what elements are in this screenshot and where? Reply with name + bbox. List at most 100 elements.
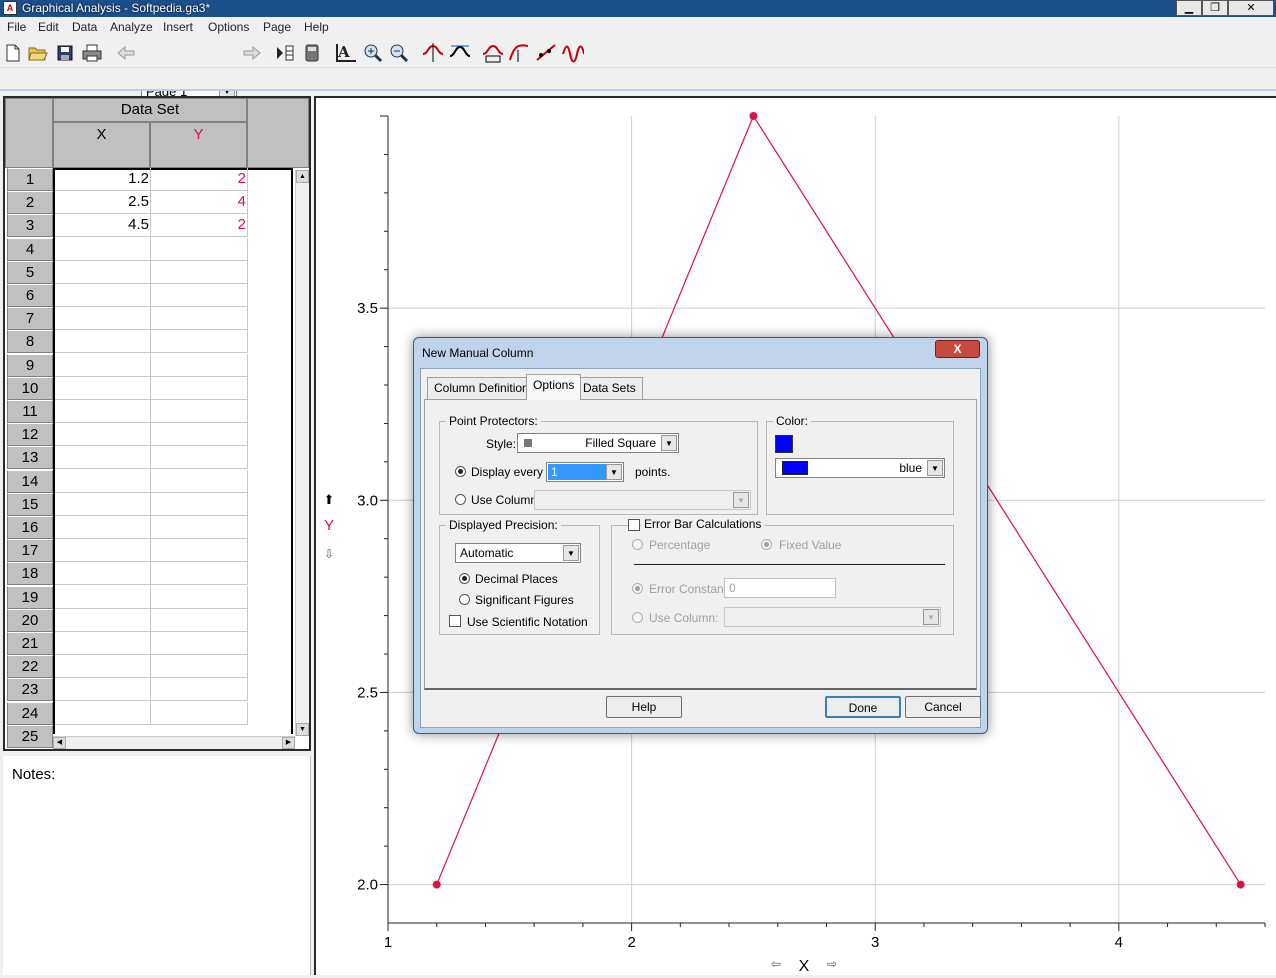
table-cell-x[interactable]: 4.5	[55, 214, 151, 237]
data-point[interactable]	[1237, 881, 1245, 889]
open-folder-icon[interactable]	[27, 42, 49, 64]
data-point[interactable]	[749, 112, 757, 120]
table-cell-y[interactable]	[151, 493, 248, 516]
zoom-out-icon[interactable]	[388, 42, 410, 64]
table-cell-x[interactable]	[55, 400, 151, 423]
linear-fit-icon[interactable]	[535, 42, 557, 64]
chevron-down-icon[interactable]: ▼	[923, 609, 939, 625]
new-file-icon[interactable]	[2, 42, 24, 64]
row-number[interactable]: 25	[7, 725, 53, 748]
row-number[interactable]: 9	[7, 354, 53, 377]
integral-icon[interactable]	[508, 42, 530, 64]
table-cell-x[interactable]	[55, 539, 151, 562]
table-cell-x[interactable]	[55, 493, 151, 516]
table-cell-x[interactable]	[55, 261, 151, 284]
table-cell-y[interactable]	[151, 470, 248, 493]
row-number[interactable]: 13	[7, 446, 53, 469]
table-cell-x[interactable]	[55, 307, 151, 330]
zoom-in-icon[interactable]	[362, 42, 384, 64]
table-cell-y[interactable]	[151, 609, 248, 632]
table-cell-x[interactable]	[55, 655, 151, 678]
table-cell-x[interactable]	[55, 609, 151, 632]
table-cell-x[interactable]	[55, 516, 151, 539]
row-number[interactable]: 12	[7, 423, 53, 446]
display-every-select[interactable]: 1 ▼	[546, 462, 624, 482]
table-cell-x[interactable]	[55, 470, 151, 493]
x-axis-label[interactable]: X	[799, 958, 810, 975]
tab-options[interactable]: Options	[526, 374, 581, 400]
insert-column-icon[interactable]	[274, 42, 296, 64]
table-cell-y[interactable]	[151, 354, 248, 377]
chevron-down-icon[interactable]: ▼	[927, 460, 943, 476]
tangent-icon[interactable]	[449, 42, 471, 64]
table-cell-x[interactable]	[55, 238, 151, 261]
table-cell-x[interactable]	[55, 354, 151, 377]
row-number[interactable]: 5	[7, 261, 53, 284]
table-cell-y[interactable]	[151, 655, 248, 678]
table-cell-y[interactable]	[151, 539, 248, 562]
cancel-button[interactable]: Cancel	[905, 696, 981, 718]
arrow-left-icon[interactable]: ⇦	[771, 957, 781, 971]
horizontal-scrollbar[interactable]: ◀ ▶	[53, 736, 295, 749]
arrow-right-icon[interactable]: ⇨	[827, 957, 837, 971]
table-cell-x[interactable]	[55, 562, 151, 585]
arrow-down-icon[interactable]: ⇩	[324, 547, 334, 561]
row-number[interactable]: 16	[7, 516, 53, 539]
tab-column-definition[interactable]: Column Definition	[427, 377, 536, 399]
vertical-scrollbar[interactable]: ▲ ▼	[295, 170, 309, 736]
use-column-select[interactable]: ▼	[534, 490, 751, 510]
table-cell-y[interactable]	[151, 423, 248, 446]
examine-icon[interactable]	[422, 42, 444, 64]
row-number[interactable]: 19	[7, 586, 53, 609]
table-cell-y[interactable]	[151, 702, 248, 725]
table-cell-x[interactable]: 2.5	[55, 191, 151, 214]
table-cell-y[interactable]: 2	[151, 214, 248, 237]
data-point[interactable]	[433, 881, 441, 889]
table-cell-x[interactable]	[55, 702, 151, 725]
chevron-down-icon[interactable]: ▼	[563, 545, 579, 561]
error-constant-input[interactable]: 0	[724, 578, 836, 598]
table-cell-x[interactable]	[55, 586, 151, 609]
table-cell-x[interactable]	[55, 330, 151, 353]
table-cell-y[interactable]	[151, 238, 248, 261]
significant-figures-radio[interactable]	[459, 594, 470, 605]
table-cell-x[interactable]	[55, 423, 151, 446]
color-swatch[interactable]	[775, 435, 793, 453]
table-cell-x[interactable]: 1.2	[55, 168, 151, 191]
row-number[interactable]: 15	[7, 493, 53, 516]
table-cell-y[interactable]	[151, 562, 248, 585]
table-cell-y[interactable]	[151, 284, 248, 307]
table-cell-y[interactable]	[151, 516, 248, 539]
menu-edit[interactable]: Edit	[38, 20, 59, 34]
row-number[interactable]: 6	[7, 284, 53, 307]
error-bar-checkbox[interactable]	[628, 519, 640, 531]
row-number[interactable]: 1	[7, 168, 53, 191]
menu-insert[interactable]: Insert	[163, 20, 193, 34]
row-number[interactable]: 14	[7, 470, 53, 493]
statistics-icon[interactable]	[482, 42, 504, 64]
print-icon[interactable]	[81, 42, 103, 64]
menu-file[interactable]: File	[7, 20, 26, 34]
decimal-places-radio[interactable]	[459, 573, 470, 584]
error-use-column-select[interactable]: ▼	[724, 607, 941, 627]
use-column-radio[interactable]	[455, 494, 466, 505]
menu-analyze[interactable]: Analyze	[110, 20, 153, 34]
column-header-y[interactable]: Y	[150, 122, 247, 168]
row-number[interactable]: 20	[7, 609, 53, 632]
table-cell-y[interactable]	[151, 377, 248, 400]
row-number[interactable]: 24	[7, 702, 53, 725]
maximize-button[interactable]: ❐	[1202, 0, 1228, 16]
table-cell-y[interactable]	[151, 632, 248, 655]
table-cell-y[interactable]: 4	[151, 191, 248, 214]
dataset-name[interactable]: Data Set	[53, 98, 247, 122]
style-select[interactable]: Filled Square ▼	[517, 433, 679, 453]
table-cell-y[interactable]	[151, 446, 248, 469]
row-number[interactable]: 17	[7, 539, 53, 562]
save-icon[interactable]	[54, 42, 76, 64]
notes-pane[interactable]: Notes:	[3, 756, 311, 975]
table-cell-x[interactable]	[55, 678, 151, 701]
scientific-notation-checkbox[interactable]	[449, 615, 461, 627]
precision-select[interactable]: Automatic ▼	[455, 543, 581, 563]
menu-help[interactable]: Help	[304, 20, 329, 34]
row-number[interactable]: 8	[7, 330, 53, 353]
